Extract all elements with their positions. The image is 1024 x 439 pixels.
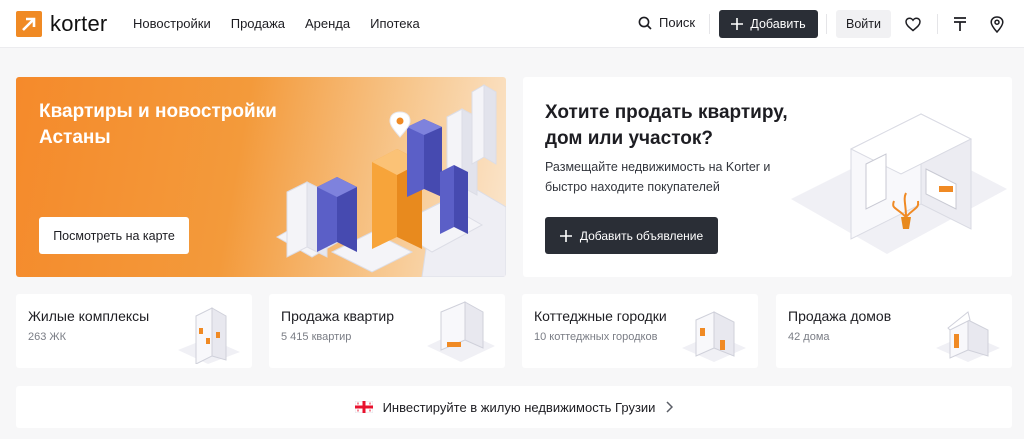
main-nav: Новостройки Продажа Аренда Ипотека bbox=[133, 16, 420, 31]
header-divider bbox=[709, 14, 710, 34]
category-title: Продажа квартир bbox=[281, 308, 395, 324]
korter-logo[interactable]: korter bbox=[16, 11, 107, 37]
category-title: Продажа домов bbox=[788, 308, 892, 324]
add-listing-button[interactable]: Добавить объявление bbox=[545, 217, 718, 254]
logo-text: korter bbox=[50, 11, 108, 36]
header-divider bbox=[826, 14, 827, 34]
category-count: 42 дома bbox=[788, 331, 830, 343]
category-count: 10 коттеджных городков bbox=[534, 331, 658, 343]
city-illustration bbox=[275, 84, 506, 277]
add-listing-label: Добавить объявление bbox=[579, 228, 704, 243]
nav-item-new-buildings[interactable]: Новостройки bbox=[133, 16, 211, 31]
apartment-building-icon bbox=[178, 307, 240, 364]
plus-icon bbox=[559, 229, 572, 242]
cottage-icon bbox=[682, 311, 746, 362]
nav-item-mortgage[interactable]: Ипотека bbox=[370, 16, 420, 31]
invest-label: Инвестируйте в жилую недвижимость Грузии bbox=[382, 399, 656, 415]
location-pin-icon[interactable] bbox=[986, 13, 1008, 35]
category-title: Коттеджные городки bbox=[534, 308, 667, 324]
hero-banner: Квартиры и новостройки Астаны Посмотреть… bbox=[16, 77, 506, 277]
category-count: 263 ЖК bbox=[28, 331, 66, 343]
sell-description: Размещайте недвижимость на Korter и быст… bbox=[545, 160, 771, 194]
category-card-complexes[interactable]: Жилые комплексы 263 ЖК bbox=[16, 294, 252, 368]
sell-property-card: Хотите продать квартиру, дом или участок… bbox=[523, 77, 1012, 277]
category-card-apartments[interactable]: Продажа квартир 5 415 квартир bbox=[269, 294, 505, 368]
hero-title: Квартиры и новостройки Астаны bbox=[39, 101, 277, 148]
view-on-map-button[interactable]: Посмотреть на карте bbox=[39, 217, 189, 254]
header-divider bbox=[937, 14, 938, 34]
add-button[interactable]: Добавить bbox=[719, 10, 818, 38]
georgia-flag-icon bbox=[354, 401, 373, 413]
ruble-icon[interactable] bbox=[949, 13, 971, 35]
category-card-houses[interactable]: Продажа домов 42 дома bbox=[776, 294, 1012, 368]
search-icon bbox=[638, 16, 652, 30]
login-button[interactable]: Войти bbox=[836, 10, 891, 38]
plus-icon bbox=[731, 18, 744, 30]
nav-item-rent[interactable]: Аренда bbox=[305, 16, 350, 31]
apartment-room-icon bbox=[427, 301, 495, 362]
logo-arrow-icon bbox=[16, 11, 42, 37]
nav-item-sale[interactable]: Продажа bbox=[231, 16, 285, 31]
house-icon bbox=[936, 311, 1000, 362]
search-label: Поиск bbox=[659, 15, 696, 30]
category-card-cottages[interactable]: Коттеджные городки 10 коттеджных городко… bbox=[522, 294, 758, 368]
category-count: 5 415 квартир bbox=[281, 331, 352, 343]
search-button[interactable]: Поиск bbox=[638, 15, 695, 30]
category-title: Жилые комплексы bbox=[28, 308, 150, 324]
room-illustration bbox=[791, 113, 1007, 254]
add-button-label: Добавить bbox=[750, 17, 806, 31]
invest-georgia-banner[interactable]: Инвестируйте в жилую недвижимость Грузии bbox=[16, 386, 1012, 428]
top-header: korter Новостройки Продажа Аренда Ипотек… bbox=[0, 0, 1024, 48]
chevron-right-icon bbox=[666, 401, 674, 413]
heart-icon[interactable] bbox=[902, 13, 924, 35]
sell-title: Хотите продать квартиру, дом или участок… bbox=[545, 102, 788, 149]
